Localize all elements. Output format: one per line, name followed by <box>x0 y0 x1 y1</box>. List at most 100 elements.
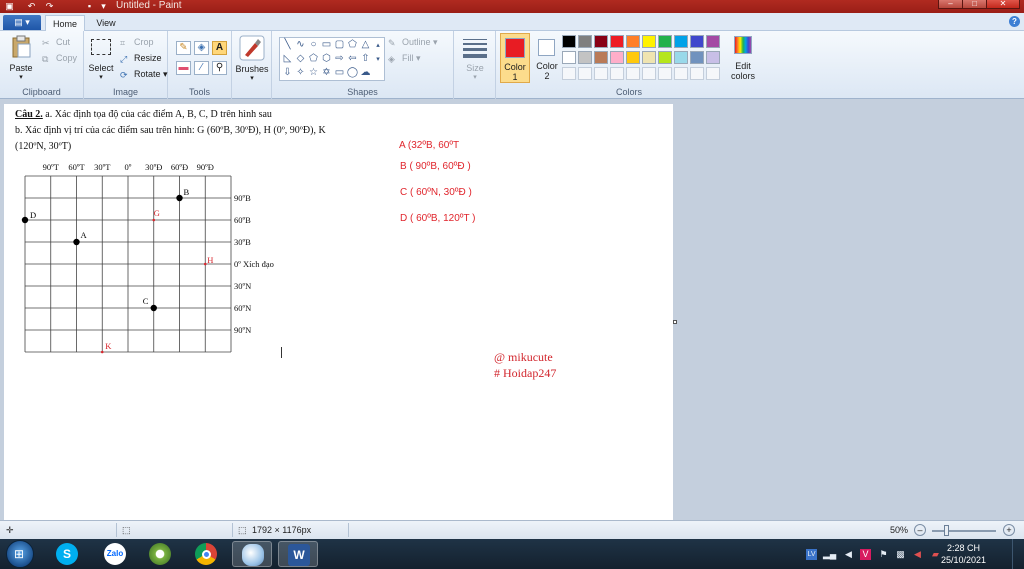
color-swatch[interactable] <box>626 51 640 64</box>
left-arrow-shape-icon[interactable]: ⇦ <box>346 53 359 65</box>
size-button[interactable]: Size ▾ <box>460 37 490 81</box>
clock[interactable]: 2:28 CH 25/10/2021 <box>941 542 986 566</box>
select-button[interactable]: Select ▾ <box>88 37 114 81</box>
text-tool-icon[interactable]: A <box>212 41 227 55</box>
color-picker-icon[interactable]: ⁄ <box>194 61 209 75</box>
taskbar-app-browser[interactable] <box>140 541 180 567</box>
brushes-button[interactable]: Brushes ▾ <box>234 35 270 82</box>
flag-icon[interactable]: ⚑ <box>878 549 889 560</box>
custom-color-slot[interactable] <box>562 67 576 80</box>
taskbar-app-skype[interactable]: S <box>47 541 87 567</box>
triangle-shape-icon[interactable]: △ <box>359 39 372 51</box>
color-swatch[interactable] <box>674 51 688 64</box>
color1-button[interactable]: Color 1 <box>500 33 530 83</box>
save-icon[interactable]: ▪ <box>84 1 95 11</box>
outline-button[interactable]: ✎ Outline ▾ <box>388 37 438 48</box>
cut-button[interactable]: ✂ Cut <box>42 37 70 48</box>
vivaldi-icon[interactable]: V <box>860 549 871 560</box>
color-swatch[interactable] <box>642 35 656 48</box>
color-swatch[interactable] <box>706 51 720 64</box>
crop-button[interactable]: ⌗ Crop <box>120 37 154 48</box>
line-shape-icon[interactable]: ╲ <box>281 39 294 51</box>
drawing-canvas[interactable]: Câu 2. a. Xác định tọa độ của các điểm A… <box>4 104 673 520</box>
taskbar-app-chrome[interactable] <box>186 541 226 567</box>
taskbar-app-word[interactable]: W <box>278 541 318 567</box>
custom-color-slot[interactable] <box>626 67 640 80</box>
right-triangle-shape-icon[interactable]: ◺ <box>281 53 294 65</box>
undo-icon[interactable]: ↶ <box>26 1 37 11</box>
eraser-icon[interactable]: ▬ <box>176 61 191 75</box>
color-swatch[interactable] <box>578 51 592 64</box>
oval-shape-icon[interactable]: ○ <box>307 39 320 51</box>
color-swatch[interactable] <box>610 51 624 64</box>
notifications-icon[interactable]: ▰ <box>930 549 941 560</box>
taskbar-app-paint[interactable] <box>232 541 272 567</box>
zoom-in-button[interactable]: + <box>1003 524 1015 536</box>
keyboard-icon[interactable]: LV <box>806 549 817 560</box>
canvas-resize-handle-right[interactable] <box>673 320 677 324</box>
magnifier-icon[interactable]: ⚲ <box>212 61 227 75</box>
shapes-scroll-icon[interactable]: ▴ ▾ <box>373 39 383 63</box>
customize-qat-icon[interactable]: ▾ <box>98 1 109 11</box>
pencil-icon[interactable]: ✎ <box>176 41 191 55</box>
six-point-star-shape-icon[interactable]: ✡ <box>320 67 333 79</box>
color-swatch[interactable] <box>626 35 640 48</box>
custom-color-slot[interactable] <box>706 67 720 80</box>
help-icon[interactable]: ? <box>1009 16 1020 27</box>
pentagon-shape-icon[interactable]: ⬠ <box>307 53 320 65</box>
color-swatch[interactable] <box>642 51 656 64</box>
color-swatch[interactable] <box>562 35 576 48</box>
custom-color-slot[interactable] <box>658 67 672 80</box>
tab-home[interactable]: Home <box>45 15 85 32</box>
network-icon[interactable]: ▩ <box>895 549 906 560</box>
paint-app-icon[interactable]: ▣ <box>4 1 15 11</box>
color-swatch[interactable] <box>594 51 608 64</box>
five-point-star-shape-icon[interactable]: ☆ <box>307 67 320 79</box>
copy-button[interactable]: ⧉ Copy <box>42 53 77 64</box>
edit-colors-button[interactable]: Edit colors <box>728 35 758 83</box>
color-swatch[interactable] <box>658 51 672 64</box>
callout-cloud-shape-icon[interactable]: ☁ <box>359 67 372 79</box>
close-button[interactable]: ✕ <box>986 0 1020 9</box>
file-menu-button[interactable]: ▤ ▾ <box>3 15 41 30</box>
resize-button[interactable]: ⤢ Resize <box>120 53 162 64</box>
zoom-slider-thumb[interactable] <box>944 525 949 536</box>
color-swatch[interactable] <box>658 35 672 48</box>
right-arrow-shape-icon[interactable]: ⇨ <box>333 53 346 65</box>
custom-color-slot[interactable] <box>594 67 608 80</box>
color-swatch[interactable] <box>562 51 576 64</box>
color-swatch[interactable] <box>674 35 688 48</box>
custom-color-slot[interactable] <box>674 67 688 80</box>
redo-icon[interactable]: ↷ <box>44 1 55 11</box>
rotate-button[interactable]: ⟳ Rotate ▾ <box>120 69 168 80</box>
diamond-shape-icon[interactable]: ◇ <box>294 53 307 65</box>
callout-oval-shape-icon[interactable]: ◯ <box>346 67 359 79</box>
speaker-icon[interactable]: ◀ <box>912 549 923 560</box>
color-swatch[interactable] <box>706 35 720 48</box>
tab-view[interactable]: View <box>88 15 124 32</box>
canvas-scrollbar-right[interactable] <box>1012 99 1024 520</box>
down-arrow-shape-icon[interactable]: ⇩ <box>281 67 294 79</box>
minimize-button[interactable]: – <box>938 0 963 9</box>
maximize-button[interactable]: □ <box>962 0 987 9</box>
start-button[interactable]: ⊞ <box>6 540 34 568</box>
four-point-star-shape-icon[interactable]: ✧ <box>294 67 307 79</box>
color-swatch[interactable] <box>610 35 624 48</box>
fill-button[interactable]: ◈ Fill ▾ <box>388 53 421 64</box>
custom-color-slot[interactable] <box>610 67 624 80</box>
custom-color-slot[interactable] <box>642 67 656 80</box>
zoom-out-button[interactable]: – <box>914 524 926 536</box>
rounded-rect-shape-icon[interactable]: ▢ <box>333 39 346 51</box>
up-arrow-shape-icon[interactable]: ⇧ <box>359 53 372 65</box>
callout-rect-shape-icon[interactable]: ▭ <box>333 67 346 79</box>
custom-color-slot[interactable] <box>578 67 592 80</box>
rectangle-shape-icon[interactable]: ▭ <box>320 39 333 51</box>
color-swatch[interactable] <box>578 35 592 48</box>
color-swatch[interactable] <box>690 35 704 48</box>
color-swatch[interactable] <box>594 35 608 48</box>
custom-color-slot[interactable] <box>690 67 704 80</box>
zoom-slider[interactable] <box>932 530 996 532</box>
volume-icon[interactable]: ◀ <box>843 549 854 560</box>
signal-icon[interactable]: ▂▄ <box>823 549 836 560</box>
color-swatch[interactable] <box>690 51 704 64</box>
